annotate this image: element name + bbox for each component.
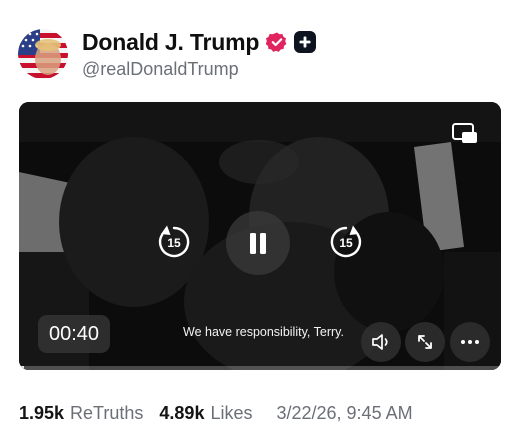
more-icon	[461, 340, 479, 344]
author-handle[interactable]: @realDonaldTrump	[82, 59, 316, 80]
video-caption: We have responsibility, Terry.	[183, 325, 344, 339]
skip-forward-seconds: 15	[339, 236, 353, 250]
likes-label: Likes	[210, 403, 253, 423]
avatar[interactable]	[18, 29, 68, 79]
video-progress-fill	[19, 366, 24, 370]
skip-back-button[interactable]: 15	[156, 224, 192, 260]
post-header: Donald J. Trump @realDonaldTrump	[18, 26, 498, 82]
video-player[interactable]: 15 15 00:40 We have responsibility, Terr…	[19, 102, 501, 370]
skip-back-seconds: 15	[167, 236, 181, 250]
author-display-name[interactable]: Donald J. Trump	[82, 29, 259, 56]
more-options-button[interactable]	[450, 322, 490, 362]
verified-badge-icon	[265, 31, 288, 53]
picture-in-picture-icon[interactable]	[451, 122, 479, 146]
skip-forward-button[interactable]: 15	[328, 224, 364, 260]
post-stats: 1.95k ReTruths 4.89k Likes 3/22/26, 9:45 A…	[19, 403, 509, 425]
speaker-icon	[372, 334, 388, 350]
video-controls: 15 15 00:40 We have responsibility, Terr…	[19, 102, 501, 370]
pause-button[interactable]	[226, 211, 290, 275]
retruths-count: 1.95k	[19, 403, 65, 423]
plus-badge-icon	[294, 31, 317, 53]
volume-button[interactable]	[361, 322, 401, 362]
expand-icon	[418, 335, 432, 349]
video-progress-bar[interactable]	[19, 366, 501, 370]
likes-stat[interactable]: 4.89k Likes	[159, 403, 252, 424]
likes-count: 4.89k	[159, 403, 205, 423]
retruths-label: ReTruths	[70, 403, 144, 423]
fullscreen-button[interactable]	[405, 322, 445, 362]
post-timestamp: 3/22/26, 9:45 AM	[276, 403, 413, 423]
retruths-stat[interactable]: 1.95k ReTruths	[19, 403, 143, 424]
elapsed-time: 00:40	[38, 315, 110, 353]
